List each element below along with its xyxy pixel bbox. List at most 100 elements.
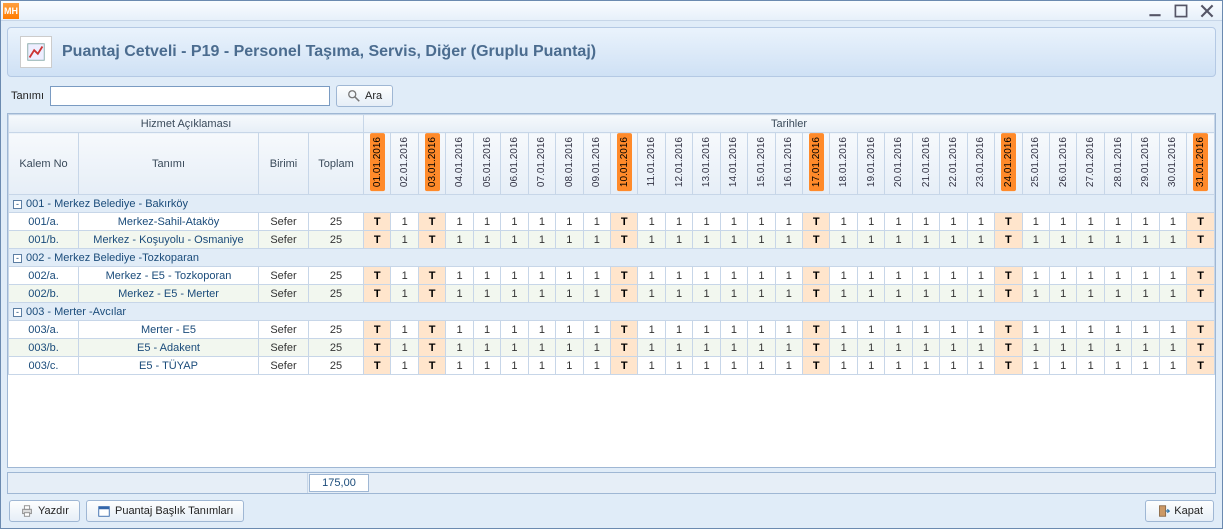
cell-toplam[interactable]: 25 (309, 231, 364, 249)
cell-day[interactable]: 1 (473, 321, 500, 339)
cell-day[interactable]: 1 (556, 231, 583, 249)
cell-tanim[interactable]: Merkez-Sahil-Ataköy (79, 213, 259, 231)
cell-kalem[interactable]: 003/b. (9, 339, 79, 357)
cell-day[interactable]: 1 (885, 357, 912, 375)
cell-day[interactable]: T (1187, 285, 1215, 303)
header-date[interactable]: 14.01.2016 (720, 133, 747, 195)
cell-day[interactable]: T (1187, 339, 1215, 357)
cell-day[interactable]: 1 (446, 321, 473, 339)
cell-day[interactable]: 1 (528, 231, 555, 249)
cell-tanim[interactable]: E5 - TÜYAP (79, 357, 259, 375)
collapse-icon[interactable]: - (13, 254, 22, 263)
cell-day[interactable]: 1 (528, 321, 555, 339)
cell-day[interactable]: T (418, 213, 445, 231)
cell-toplam[interactable]: 25 (309, 357, 364, 375)
cell-birim[interactable]: Sefer (259, 285, 309, 303)
cell-toplam[interactable]: 25 (309, 339, 364, 357)
cell-day[interactable]: 1 (720, 321, 747, 339)
cell-toplam[interactable]: 25 (309, 285, 364, 303)
cell-day[interactable]: 1 (1049, 231, 1076, 249)
cell-day[interactable]: 1 (501, 321, 528, 339)
cell-day[interactable]: 1 (857, 213, 884, 231)
cell-day[interactable]: 1 (1132, 213, 1159, 231)
cell-day[interactable]: 1 (748, 339, 775, 357)
cell-day[interactable]: 1 (391, 213, 418, 231)
cell-kalem[interactable]: 001/b. (9, 231, 79, 249)
cell-day[interactable]: T (364, 357, 391, 375)
cell-day[interactable]: 1 (1159, 285, 1186, 303)
cell-day[interactable]: 1 (528, 357, 555, 375)
cell-day[interactable]: 1 (473, 213, 500, 231)
cell-day[interactable]: 1 (528, 339, 555, 357)
cell-day[interactable]: 1 (693, 285, 720, 303)
cell-day[interactable]: T (995, 339, 1022, 357)
table-row[interactable]: 003/b.E5 - AdakentSefer25T1T111111T11111… (9, 339, 1215, 357)
cell-day[interactable]: 1 (556, 213, 583, 231)
cell-day[interactable]: T (364, 285, 391, 303)
cell-day[interactable]: 1 (748, 231, 775, 249)
cell-day[interactable]: 1 (693, 321, 720, 339)
cell-day[interactable]: 1 (775, 357, 802, 375)
cell-day[interactable]: 1 (665, 213, 692, 231)
cell-day[interactable]: 1 (1104, 339, 1131, 357)
cell-kalem[interactable]: 002/a. (9, 267, 79, 285)
cell-day[interactable]: 1 (912, 357, 939, 375)
group-row[interactable]: -003 - Merter -Avcılar (9, 303, 1215, 321)
header-date[interactable]: 29.01.2016 (1132, 133, 1159, 195)
cell-day[interactable]: 1 (885, 321, 912, 339)
cell-toplam[interactable]: 25 (309, 213, 364, 231)
cell-day[interactable]: 1 (391, 321, 418, 339)
print-button[interactable]: Yazdır (9, 500, 80, 522)
cell-day[interactable]: 1 (967, 213, 994, 231)
cell-day[interactable]: 1 (1132, 267, 1159, 285)
header-date[interactable]: 30.01.2016 (1159, 133, 1186, 195)
cell-day[interactable]: 1 (693, 231, 720, 249)
cell-day[interactable]: 1 (748, 321, 775, 339)
header-date[interactable]: 02.01.2016 (391, 133, 418, 195)
cell-day[interactable]: 1 (501, 231, 528, 249)
cell-day[interactable]: 1 (583, 231, 610, 249)
header-date[interactable]: 07.01.2016 (528, 133, 555, 195)
cell-day[interactable]: 1 (556, 285, 583, 303)
cell-day[interactable]: 1 (693, 357, 720, 375)
cell-day[interactable]: T (995, 231, 1022, 249)
cell-day[interactable]: 1 (940, 285, 967, 303)
cell-birim[interactable]: Sefer (259, 213, 309, 231)
cell-day[interactable]: 1 (748, 267, 775, 285)
cell-tanim[interactable]: Merkez - Koşuyolu - Osmaniye (79, 231, 259, 249)
cell-day[interactable]: 1 (1132, 285, 1159, 303)
cell-toplam[interactable]: 25 (309, 267, 364, 285)
cell-day[interactable]: 1 (1159, 357, 1186, 375)
cell-day[interactable]: 1 (748, 285, 775, 303)
filter-input[interactable] (50, 86, 330, 106)
cell-day[interactable]: 1 (967, 339, 994, 357)
cell-day[interactable]: 1 (885, 267, 912, 285)
cell-day[interactable]: 1 (1104, 213, 1131, 231)
cell-day[interactable]: 1 (720, 231, 747, 249)
cell-day[interactable]: 1 (775, 231, 802, 249)
cell-day[interactable]: 1 (748, 357, 775, 375)
close-button[interactable] (1194, 3, 1220, 19)
cell-day[interactable]: 1 (446, 339, 473, 357)
cell-day[interactable]: 1 (857, 339, 884, 357)
cell-day[interactable]: 1 (665, 285, 692, 303)
cell-day[interactable]: 1 (638, 339, 665, 357)
cell-day[interactable]: 1 (446, 231, 473, 249)
cell-day[interactable]: 1 (748, 213, 775, 231)
cell-day[interactable]: T (610, 357, 637, 375)
table-row[interactable]: 002/a.Merkez - E5 - TozkoporanSefer25T1T… (9, 267, 1215, 285)
cell-day[interactable]: T (418, 285, 445, 303)
cell-day[interactable]: 1 (775, 213, 802, 231)
cell-day[interactable]: 1 (446, 357, 473, 375)
cell-day[interactable]: 1 (1022, 285, 1049, 303)
cell-day[interactable]: T (364, 321, 391, 339)
cell-day[interactable]: 1 (583, 267, 610, 285)
cell-day[interactable]: 1 (473, 339, 500, 357)
header-date[interactable]: 13.01.2016 (693, 133, 720, 195)
header-date[interactable]: 18.01.2016 (830, 133, 857, 195)
cell-day[interactable]: T (418, 321, 445, 339)
cell-day[interactable]: 1 (446, 285, 473, 303)
cell-day[interactable]: 1 (1132, 321, 1159, 339)
header-date[interactable]: 28.01.2016 (1104, 133, 1131, 195)
cell-tanim[interactable]: Merkez - E5 - Tozkoporan (79, 267, 259, 285)
